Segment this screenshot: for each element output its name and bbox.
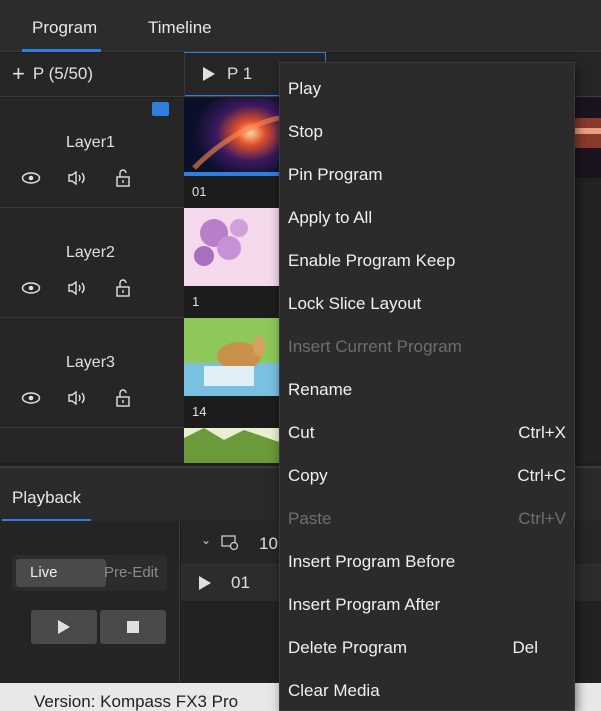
media-thumbnail[interactable] (184, 428, 279, 463)
program-name: P 1 (227, 64, 253, 83)
galaxy-image (184, 98, 279, 176)
thumbnail-caption: 01 (184, 176, 279, 208)
thumbnail-caption: 1 (184, 286, 279, 318)
menu-item-shortcut: Del (512, 638, 538, 657)
play-icon (58, 620, 70, 634)
top-tab-bar: Program Timeline (0, 0, 601, 52)
menu-item-copy[interactable]: Copy Ctrl+C (280, 454, 576, 497)
layer-name: Layer3 (66, 354, 115, 371)
menu-item-cut[interactable]: Cut Ctrl+X (280, 411, 576, 454)
layer-name: Layer2 (66, 244, 115, 261)
eye-icon[interactable] (20, 168, 42, 188)
layer-row[interactable]: Layer1 (0, 98, 184, 208)
layer-name: Layer1 (66, 134, 115, 151)
playlist-item-name: 01 (231, 573, 250, 592)
play-button[interactable] (31, 610, 97, 644)
unlock-icon[interactable] (112, 278, 134, 298)
layer-row[interactable]: Layer3 (0, 318, 184, 428)
lilac-flower-image (184, 208, 279, 286)
speaker-icon[interactable] (66, 388, 88, 408)
menu-item-shortcut: Ctrl+V (518, 509, 566, 528)
media-thumbnail[interactable]: 1 (184, 208, 279, 318)
playlist-count: 10 (259, 534, 278, 553)
tab-timeline[interactable]: Timeline (148, 18, 212, 38)
playback-controls: Live Pre-Edit (0, 521, 180, 683)
menu-item-label: Cut (288, 423, 315, 442)
unlock-icon[interactable] (112, 168, 134, 188)
menu-item-label: Enable Program Keep (288, 251, 456, 270)
menu-item-clear-media[interactable]: Clear Media (280, 669, 576, 711)
thumbnail-caption: 14 (184, 396, 279, 428)
speaker-icon[interactable] (66, 278, 88, 298)
plus-icon: + (12, 61, 25, 86)
mode-toggle[interactable]: Live Pre-Edit (12, 555, 167, 591)
menu-item-label: Clear Media (288, 681, 380, 700)
version-text: Version: Kompass FX3 Pro (34, 692, 239, 711)
menu-item-insert-program-before[interactable]: Insert Program Before (280, 540, 576, 583)
menu-item-label: Copy (288, 466, 328, 485)
play-icon (203, 67, 215, 81)
menu-item-shortcut: Ctrl+C (517, 466, 566, 485)
add-program-button[interactable]: + P (5/50) (12, 61, 94, 86)
menu-item-label: Insert Program After (288, 595, 441, 614)
program-count: P (5/50) (32, 64, 94, 83)
menu-item-play[interactable]: Play (280, 67, 576, 110)
menu-item-label: Stop (288, 122, 323, 141)
menu-item-pin-program[interactable]: Pin Program (280, 153, 576, 196)
eye-icon[interactable] (20, 278, 42, 298)
menu-item-apply-to-all[interactable]: Apply to All (280, 196, 576, 239)
menu-item-label: Insert Program Before (288, 552, 456, 571)
menu-item-lock-slice-layout[interactable]: Lock Slice Layout (280, 282, 576, 325)
foliage-image (184, 428, 279, 463)
effect-badge-icon (152, 102, 169, 116)
divider (184, 53, 185, 97)
media-thumbnail[interactable]: 01 (184, 98, 279, 208)
tab-program[interactable]: Program (21, 18, 102, 52)
live-mode-button[interactable]: Live (16, 559, 106, 587)
stop-button[interactable] (100, 610, 166, 644)
menu-item-label: Apply to All (288, 208, 373, 227)
stop-icon (127, 621, 139, 633)
context-menu: Play Stop Pin Program Apply to All Enabl… (279, 62, 575, 711)
speaker-icon[interactable] (66, 168, 88, 188)
menu-item-label: Rename (288, 380, 353, 399)
menu-item-label: Lock Slice Layout (288, 294, 422, 313)
eye-icon[interactable] (20, 388, 42, 408)
playlist-icon (221, 535, 239, 551)
unlock-icon[interactable] (112, 388, 134, 408)
media-thumbnail[interactable]: 14 (184, 318, 279, 428)
rabbit-image (184, 318, 279, 396)
menu-item-label: Paste (288, 509, 332, 528)
menu-item-label: Insert Current Program (288, 337, 462, 356)
menu-item-delete-program[interactable]: Delete Program Del (280, 626, 576, 669)
menu-item-insert-program-after[interactable]: Insert Program After (280, 583, 576, 626)
menu-item-rename[interactable]: Rename (280, 368, 576, 411)
menu-item-enable-program-keep[interactable]: Enable Program Keep (280, 239, 576, 282)
layer-row[interactable] (0, 428, 184, 463)
menu-item-stop[interactable]: Stop (280, 110, 576, 153)
pre-edit-mode-button[interactable]: Pre-Edit (104, 564, 158, 581)
menu-item-label: Play (288, 79, 322, 98)
menu-item-paste: Paste Ctrl+V (280, 497, 576, 540)
menu-item-label: Delete Program (288, 638, 408, 657)
layer-row[interactable]: Layer2 (0, 208, 184, 318)
play-icon (199, 576, 211, 590)
media-thumbnail-peek[interactable] (572, 98, 601, 178)
menu-item-shortcut: Ctrl+X (518, 423, 566, 442)
menu-item-insert-current-program: Insert Current Program (280, 325, 576, 368)
chevron-down-icon[interactable]: ⌄ (201, 533, 211, 547)
menu-item-label: Pin Program (288, 165, 383, 184)
tab-playback[interactable]: Playback (2, 488, 91, 522)
